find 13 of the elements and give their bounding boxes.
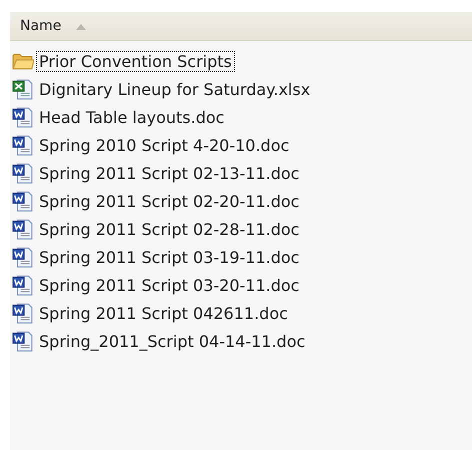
file-name[interactable]: Dignitary Lineup for Saturday.xlsx [36,78,314,100]
file-name[interactable]: Spring 2010 Script 4-20-10.doc [36,134,292,156]
column-title[interactable]: Name [20,18,62,34]
file-name[interactable]: Spring 2011 Script 042611.doc [36,302,291,324]
file-name[interactable]: Prior Convention Scripts [36,50,235,72]
file-name[interactable]: Spring 2011 Script 02-20-11.doc [36,190,302,212]
file-name[interactable]: Spring_2011_Script 04-14-11.doc [36,330,308,352]
file-name[interactable]: Spring 2011 Script 03-20-11.doc [36,274,302,296]
column-header[interactable]: Name [10,12,472,41]
file-name[interactable]: Spring 2011 Script 02-28-11.doc [36,218,302,240]
file-name[interactable]: Head Table layouts.doc [36,106,228,128]
file-name[interactable]: Spring 2011 Script 02-13-11.doc [36,162,302,184]
file-name[interactable]: Spring 2011 Script 03-19-11.doc [36,246,302,268]
